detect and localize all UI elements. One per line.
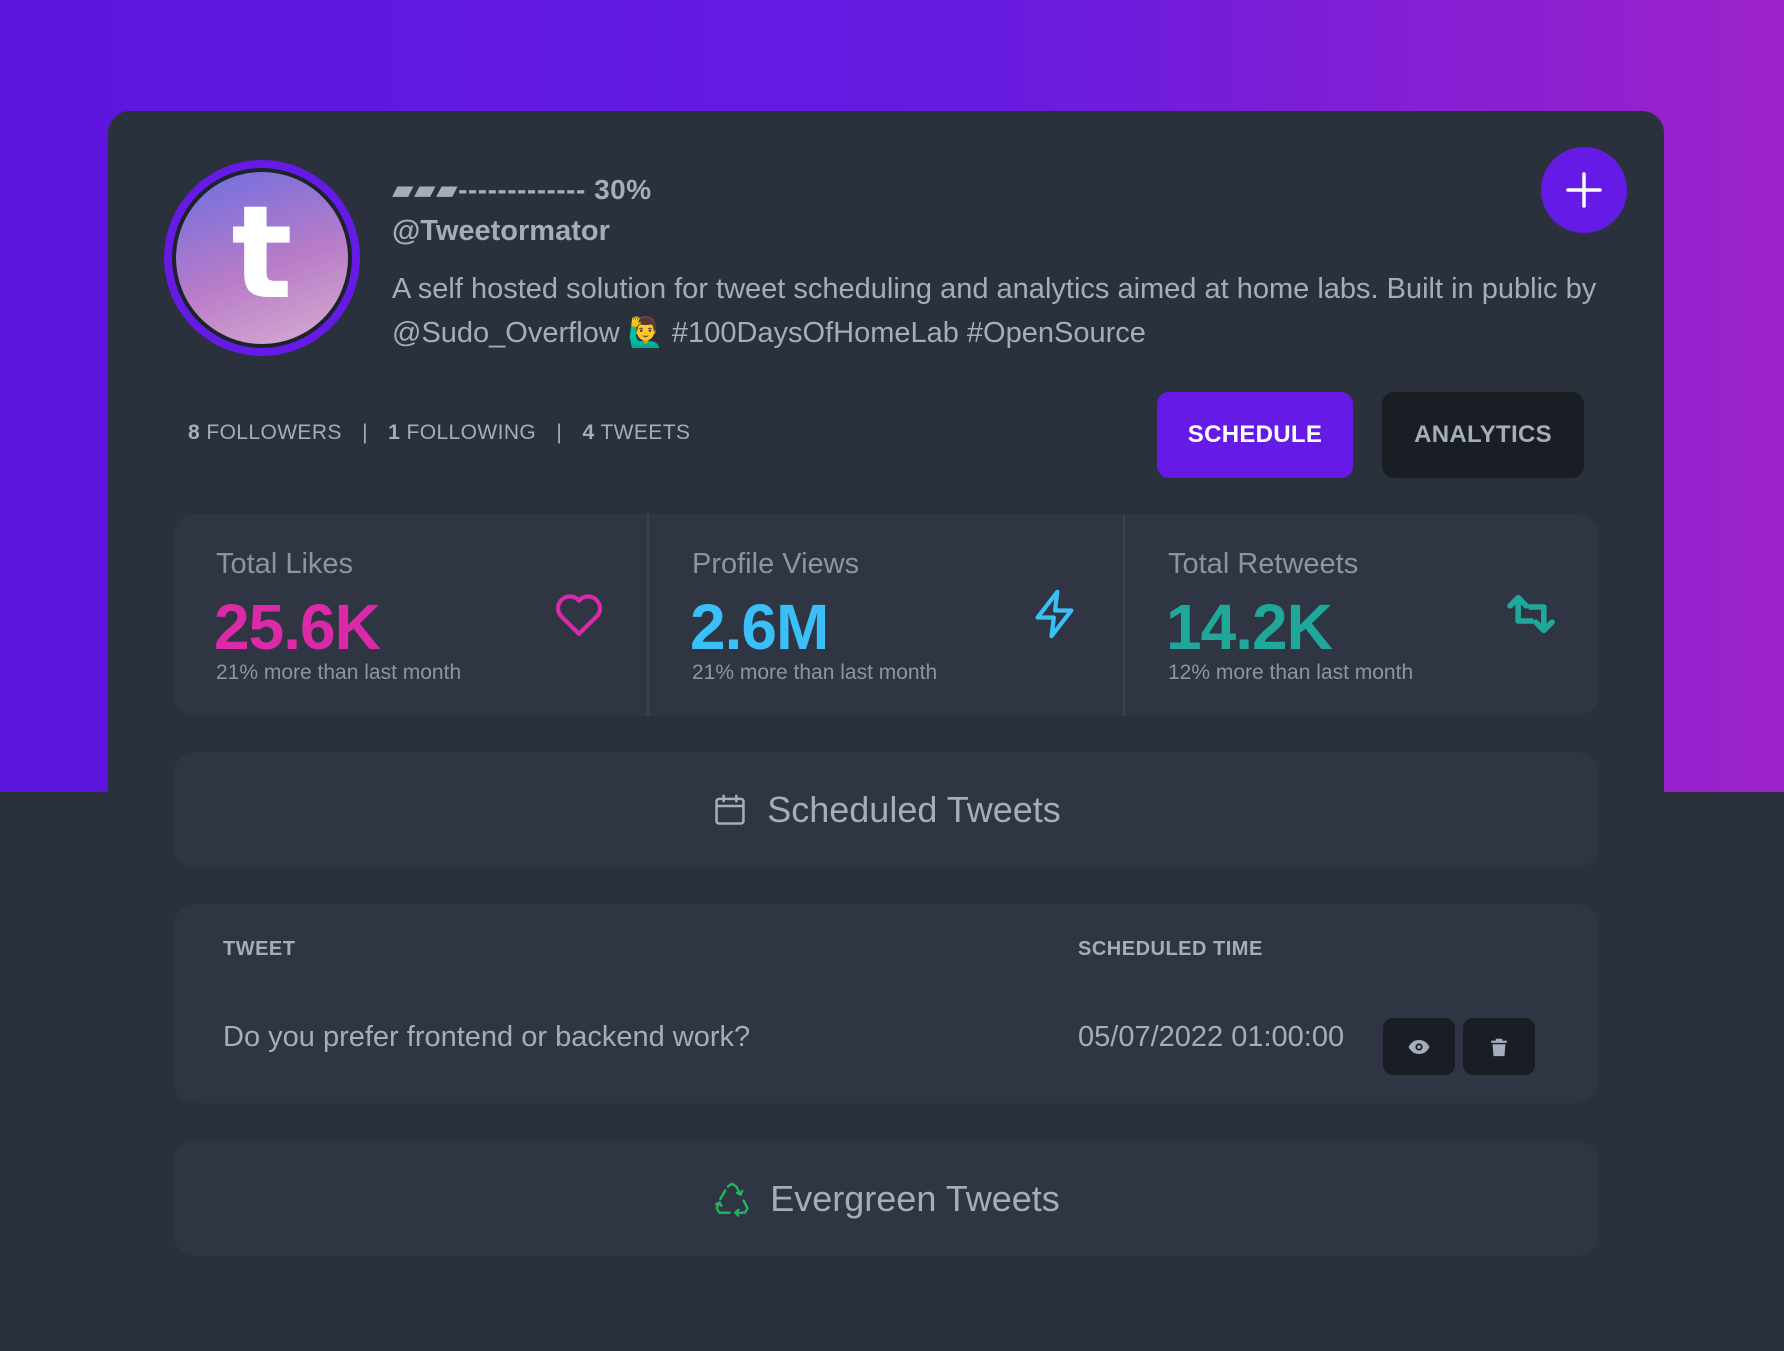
stat-value: 25.6K: [214, 591, 381, 663]
profile-card: t ▰▰▰------------- 30% @Tweetormator A s…: [108, 111, 1664, 1351]
calendar-icon: [715, 793, 745, 825]
stat-profile-views: Profile Views 2.6M 21% more than last mo…: [649, 514, 1125, 716]
delete-tweet-button[interactable]: [1463, 1018, 1535, 1075]
profile-bio: A self hosted solution for tweet schedul…: [392, 273, 1597, 349]
profile-counts: 8 FOLLOWERS | 1 FOLLOWING | 4 TWEETS: [188, 421, 690, 445]
plus-icon: [1566, 172, 1602, 208]
section-title: Scheduled Tweets: [767, 788, 1061, 830]
evergreen-tweets-header[interactable]: Evergreen Tweets: [173, 1141, 1599, 1256]
stat-value: 14.2K: [1166, 591, 1333, 663]
column-header-scheduled-time: SCHEDULED TIME: [1078, 938, 1263, 960]
separator: |: [556, 421, 563, 444]
stat-title: Total Likes: [216, 548, 354, 580]
stat-title: Total Retweets: [1168, 548, 1359, 580]
stat-title: Profile Views: [692, 548, 860, 580]
lightning-icon: [1035, 589, 1074, 639]
following-label: FOLLOWING: [406, 421, 537, 444]
stats-panel: Total Likes 25.6K 21% more than last mon…: [173, 514, 1599, 716]
stat-value: 2.6M: [690, 591, 829, 663]
heart-icon: [555, 594, 603, 636]
analytics-button[interactable]: ANALYTICS: [1382, 392, 1584, 478]
avatar: t: [164, 160, 360, 356]
stat-total-likes: Total Likes 25.6K 21% more than last mon…: [173, 514, 649, 716]
schedule-button[interactable]: SCHEDULE: [1157, 392, 1353, 478]
stat-total-retweets: Total Retweets 14.2K 12% more than last …: [1125, 514, 1599, 716]
progress-indicator: ▰▰▰------------- 30%: [392, 174, 652, 205]
trash-icon: [1491, 1038, 1507, 1056]
following-count: 1: [388, 421, 401, 444]
stat-description: 12% more than last month: [1168, 661, 1414, 684]
recycle-icon: [715, 1182, 749, 1217]
section-title: Evergreen Tweets: [770, 1177, 1060, 1219]
followers-count: 8: [188, 421, 201, 444]
add-button[interactable]: [1541, 147, 1627, 233]
avatar-letter: t: [231, 179, 293, 328]
stat-description: 21% more than last month: [692, 661, 938, 684]
column-header-tweet: TWEET: [223, 938, 296, 960]
eye-icon: [1408, 1039, 1430, 1054]
followers-label: FOLLOWERS: [206, 421, 342, 444]
tweets-count: 4: [582, 421, 595, 444]
view-tweet-button[interactable]: [1383, 1018, 1455, 1075]
retweet-icon: [1507, 594, 1555, 634]
stat-description: 21% more than last month: [216, 661, 462, 684]
scheduled-time: 05/07/2022 01:00:00: [1078, 1021, 1345, 1053]
tweet-text: Do you prefer frontend or backend work?: [223, 1021, 751, 1053]
profile-handle[interactable]: @Tweetormator: [392, 215, 610, 248]
tweets-label: TWEETS: [600, 421, 691, 444]
scheduled-tweets-header[interactable]: Scheduled Tweets: [173, 752, 1599, 867]
scheduled-tweets-table: TWEET SCHEDULED TIME Do you prefer front…: [173, 904, 1599, 1103]
separator: |: [362, 421, 368, 444]
avatar-image: t: [172, 168, 352, 348]
